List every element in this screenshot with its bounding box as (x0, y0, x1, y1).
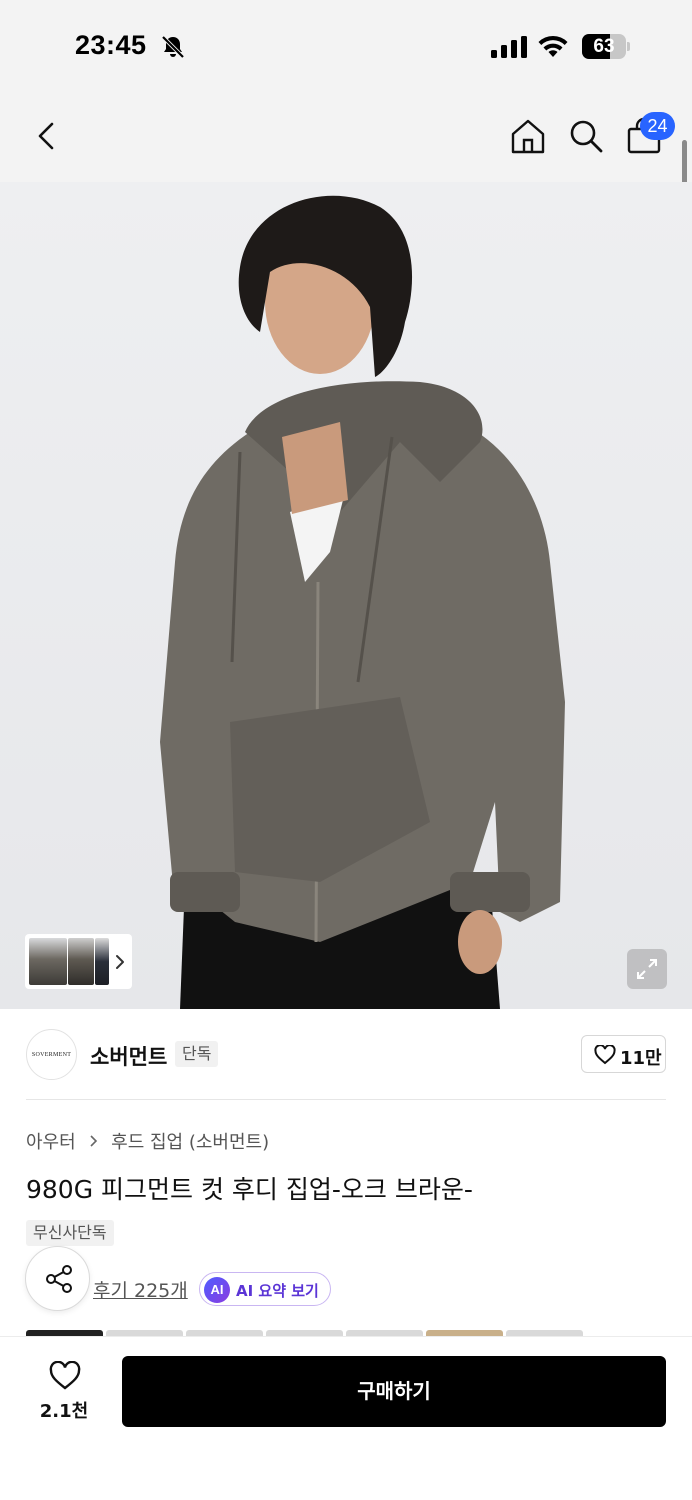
share-icon (46, 1265, 72, 1293)
search-button[interactable] (566, 116, 606, 156)
brand-logo-text: SOVERMENT (31, 1052, 72, 1058)
breadcrumb: 아우터 후드 집업 (소버먼트) (26, 1128, 269, 1154)
brand-logo[interactable]: SOVERMENT (26, 1029, 77, 1080)
product-title: 980G 피그먼트 컷 후디 집업-오크 브라운- (26, 1175, 473, 1204)
exclusive-tag: 무신사단독 (26, 1220, 114, 1246)
heart-icon (49, 1361, 81, 1390)
product-image[interactable] (0, 182, 692, 1009)
cellular-signal-icon (491, 36, 527, 58)
ai-summary-button[interactable]: AI AI 요약 보기 (199, 1272, 331, 1306)
status-time: 23:45 (75, 30, 147, 60)
ai-summary-label: AI 요약 보기 (236, 1282, 319, 1300)
brand-exclusive-tag: 단독 (175, 1041, 219, 1067)
heart-icon (594, 1045, 616, 1065)
wifi-icon (538, 35, 568, 57)
share-button[interactable] (25, 1246, 90, 1311)
brand-like-count: 11만 (620, 1048, 662, 1069)
battery-indicator: 63 (582, 34, 630, 59)
cart-count-badge: 24 (640, 112, 675, 140)
bottom-action-bar: 2.1천 구매하기 (0, 1336, 692, 1500)
ai-badge-icon: AI (204, 1277, 230, 1303)
breadcrumb-category[interactable]: 아우터 (26, 1132, 76, 1153)
thumbnail-image (95, 938, 109, 985)
product-like-count: 2.1천 (39, 1401, 89, 1422)
review-link[interactable]: 후기 225개 (93, 1276, 188, 1303)
chevron-right-icon (116, 955, 124, 969)
brand-like-button[interactable]: 11만 (581, 1035, 666, 1073)
chevron-right-icon (90, 1135, 98, 1147)
expand-icon (637, 959, 657, 979)
breadcrumb-subcategory[interactable]: 후드 집업 (소버먼트) (111, 1132, 269, 1153)
status-bar: 23:45 63 (0, 0, 692, 92)
brand-name[interactable]: 소버먼트 (90, 1041, 167, 1071)
buy-button[interactable]: 구매하기 (122, 1356, 666, 1427)
nav-bar: 24 (0, 92, 692, 182)
thumbnail-gallery-button[interactable] (25, 934, 132, 989)
home-button[interactable] (508, 116, 548, 156)
battery-level: 63 (593, 36, 615, 57)
product-photo-model (160, 195, 565, 1009)
fullscreen-button[interactable] (627, 949, 667, 989)
brand-row[interactable]: SOVERMENT 소버먼트 단독 11만 (0, 1009, 692, 1100)
divider (26, 1099, 666, 1100)
bell-slash-icon (161, 35, 185, 59)
back-button[interactable] (28, 116, 64, 156)
product-like-button[interactable]: 2.1천 (36, 1357, 92, 1423)
thumbnail-image (68, 938, 94, 985)
thumbnail-image (29, 938, 67, 985)
